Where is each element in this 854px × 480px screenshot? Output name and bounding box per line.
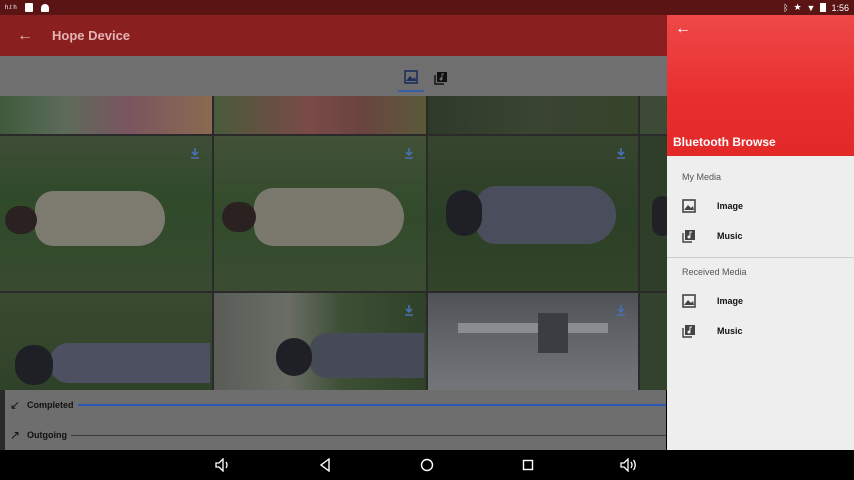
section-title-my-media: My Media [682,172,722,182]
drawer-header: ← Bluetooth Browse [667,15,854,156]
drawer-item-label: Music [717,231,743,241]
back-icon[interactable] [316,457,334,473]
photo-thumbnail[interactable] [214,293,426,390]
photo-thumbnail[interactable] [0,136,212,291]
recents-icon[interactable] [519,457,537,473]
photo-subject [222,202,256,232]
download-icon[interactable] [614,303,628,317]
wifi-icon: ▼ [806,2,816,13]
bluetooth-icon: ᛒ [783,2,789,13]
image-icon [404,70,418,84]
photo-subject [309,333,424,378]
bottom-left-edge [0,390,5,450]
music-library-icon [682,325,695,338]
photo-subject [254,188,404,246]
back-arrow-icon[interactable]: ← [675,20,691,38]
drawer-title: Bluetooth Browse [673,135,776,149]
photo-subject [5,206,37,234]
drawer-item-label: Image [717,201,744,211]
download-icon[interactable] [188,146,202,160]
transfer-progress-line [77,404,666,406]
photo-thumbnail[interactable] [640,293,667,390]
download-icon[interactable] [402,303,416,317]
photo-thumbnail[interactable] [640,96,667,134]
photo-subject [35,191,165,246]
status-notification-text: h.t h [5,4,17,11]
photo-subject [652,196,667,236]
photo-subject [276,338,312,376]
image-icon [682,294,696,308]
drawer-item-label: Music [717,326,743,336]
photo-thumbnail[interactable] [0,96,212,134]
navigation-drawer: ← Bluetooth Browse My Media Image Music … [667,0,854,450]
volume-up-icon[interactable] [620,457,638,473]
android-icon [40,3,49,12]
drawer-item-received-image[interactable]: Image [667,287,854,315]
page-title: Hope Device [52,28,131,43]
battery-icon [820,3,827,12]
tab-music[interactable] [428,64,454,92]
status-bar: h.t h ᛒ ★ ▼ 1:56 [0,0,854,15]
photo-thumbnail[interactable] [640,136,667,291]
drawer-item-my-image[interactable]: Image [667,192,854,220]
tab-images[interactable] [398,64,424,92]
home-icon[interactable] [418,457,436,473]
music-library-icon [682,230,695,243]
download-icon[interactable] [614,146,628,160]
photo-subject [50,343,210,383]
photo-thumbnail[interactable] [214,136,426,291]
photo-subject [15,345,53,385]
divider [667,257,854,258]
drawer-item-label: Image [717,296,744,306]
transfer-label: Completed [27,400,74,410]
photo-subject [476,186,616,244]
sim-card-icon [24,3,33,12]
photo-thumbnail[interactable] [428,96,638,134]
photo-thumbnail[interactable] [428,136,638,291]
image-icon [682,199,696,213]
music-library-icon [434,72,447,85]
transfer-outgoing[interactable]: ↗ Outgoing [5,420,666,450]
arrow-down-left-icon: ↙ [9,398,21,412]
star-icon: ★ [793,2,802,12]
clock: 1:56 [831,2,849,13]
system-nav-bar [0,450,854,480]
arrow-up-right-icon: ↗ [9,428,21,442]
photo-thumbnail[interactable] [428,293,638,390]
photo-subject [446,190,482,236]
photo-subject [458,323,608,333]
transfer-label: Outgoing [27,430,67,440]
volume-down-icon[interactable] [214,457,232,473]
photo-thumbnail[interactable] [214,96,426,134]
section-title-received-media: Received Media [682,267,747,277]
transfer-completed[interactable]: ↙ Completed [5,390,666,420]
transfer-progress-line [71,434,666,436]
photo-thumbnail[interactable] [0,293,212,390]
download-icon[interactable] [402,146,416,160]
drawer-item-received-music[interactable]: Music [667,317,854,345]
back-arrow-icon[interactable]: ← [0,27,50,45]
drawer-item-my-music[interactable]: Music [667,222,854,250]
photo-subject [538,313,568,353]
